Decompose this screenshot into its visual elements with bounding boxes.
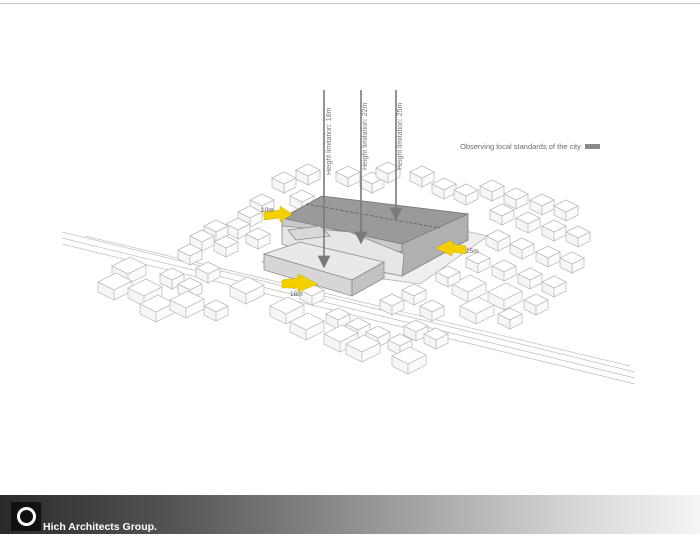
dimension-label-south: 18m [290,291,303,298]
legend-swatch [584,143,600,149]
legend-label: Observing local standards of the city [460,141,581,151]
massing-diagram: Height limitation: 18m Height limitation… [61,90,636,385]
dimension-label-east: 25m [466,248,479,255]
logo [11,502,41,531]
legend: Observing local standards of the city [460,140,600,152]
company-name: Hich Architects Group. [43,521,157,533]
height-label-25m: Height limitation: 25m [397,103,404,170]
height-label-18m: Height limitation: 18m [326,108,333,175]
slide: Height limitation: 18m Height limitation… [0,0,700,543]
height-label-22m: Height limitation: 22m [362,103,369,170]
logo-ring-icon [17,507,36,526]
dimension-label-west: 10m [261,207,274,214]
footer-bottom-strip [0,534,700,543]
